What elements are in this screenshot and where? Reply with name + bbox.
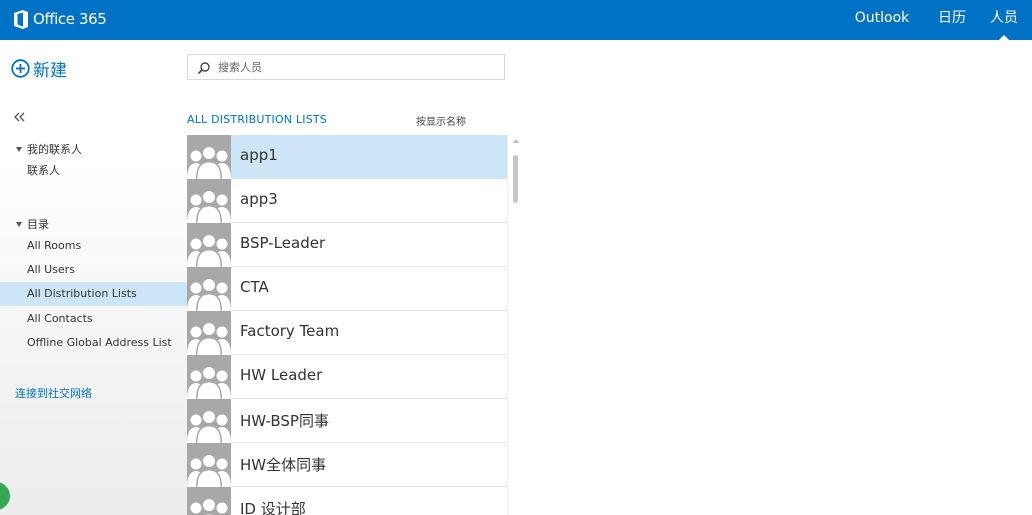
list-scrollbar[interactable]: [507, 135, 523, 515]
sidebar-item-contacts[interactable]: 联系人: [0, 159, 187, 183]
scroll-thumb[interactable]: [513, 155, 518, 203]
list-item[interactable]: Factory Team: [187, 311, 507, 355]
list-item[interactable]: HW全体同事: [187, 443, 507, 487]
left-sidebar: 新建 我的联系人 联系人 目录 All Rooms All Users All …: [0, 40, 187, 515]
office365-logo-link[interactable]: Office 365: [13, 8, 107, 30]
list-item[interactable]: HW Leader: [187, 355, 507, 399]
new-label: 新建: [33, 61, 67, 81]
office-logo-icon: [14, 9, 28, 29]
list-item-name: BSP-Leader: [240, 234, 326, 252]
list-item-name: app3: [240, 190, 278, 208]
top-bar: Office 365 Outlook 日历 人员: [0, 0, 1032, 41]
sidebar-item-all-contacts[interactable]: All Contacts: [0, 307, 187, 331]
sidebar-item-all-distribution-lists[interactable]: All Distribution Lists: [0, 282, 187, 306]
group-avatar-icon: [187, 179, 231, 223]
active-indicator-caret: [998, 35, 1010, 41]
sidebar-item-all-users[interactable]: All Users: [0, 258, 187, 282]
list-item[interactable]: HW-BSP同事: [187, 399, 507, 443]
list-item[interactable]: app3: [187, 179, 507, 223]
list-item[interactable]: BSP-Leader: [187, 223, 507, 267]
list-item-name: HW Leader: [240, 366, 323, 384]
group-avatar-icon: [187, 267, 231, 311]
list-item-name: ID 设计部: [240, 500, 306, 515]
search-icon[interactable]: [197, 61, 211, 75]
group-avatar-icon: [187, 311, 231, 355]
list-item-name: CTA: [240, 278, 269, 296]
scroll-up-arrow-icon[interactable]: [513, 139, 519, 143]
sidebar-item-all-rooms[interactable]: All Rooms: [0, 234, 187, 258]
brand-name: Office 365: [33, 10, 107, 28]
group-avatar-icon: [187, 399, 231, 443]
group-avatar-icon: [187, 135, 231, 179]
group-avatar-icon: [187, 487, 231, 515]
group-avatar-icon: [187, 355, 231, 399]
connect-social-networks-link[interactable]: 连接到社交网络: [15, 385, 92, 401]
expand-triangle-icon: [16, 146, 22, 152]
expand-triangle-icon: [16, 221, 22, 227]
nav-outlook[interactable]: Outlook: [842, 0, 922, 40]
list-title[interactable]: ALL DISTRIBUTION LISTS: [187, 113, 327, 126]
group-avatar-icon: [187, 223, 231, 267]
sidebar-item-offline-global-address-list[interactable]: Offline Global Address List: [0, 331, 187, 355]
group-directory-label: 目录: [27, 218, 49, 231]
double-chevron-left-icon[interactable]: [13, 110, 27, 124]
plus-circle-icon: [11, 59, 30, 78]
search-input[interactable]: [218, 59, 488, 76]
list-item-name: HW全体同事: [240, 456, 327, 474]
group-my-contacts[interactable]: 我的联系人: [16, 141, 82, 157]
search-box: [187, 54, 505, 80]
list-item-name: Factory Team: [240, 322, 340, 340]
new-contact-button[interactable]: 新建: [11, 56, 67, 81]
nav-people[interactable]: 人员: [976, 0, 1032, 41]
nav-calendar[interactable]: 日历: [928, 0, 976, 40]
list-item[interactable]: ID 设计部: [187, 487, 507, 515]
presence-status-icon[interactable]: [0, 480, 12, 512]
top-nav: Outlook 日历 人员: [842, 0, 1032, 41]
sort-by-display-name[interactable]: 按显示名称: [416, 113, 466, 128]
group-avatar-icon: [187, 443, 231, 487]
group-directory[interactable]: 目录: [16, 216, 49, 232]
list-item[interactable]: CTA: [187, 267, 507, 311]
list-item-name: HW-BSP同事: [240, 412, 329, 430]
nav-people-label: 人员: [990, 10, 1018, 26]
list-item[interactable]: app1: [187, 135, 507, 179]
distribution-list: app1 app3 BSP-Leader CTA Factory Team HW…: [187, 135, 507, 515]
group-my-contacts-label: 我的联系人: [27, 143, 82, 156]
list-item-name: app1: [240, 146, 278, 164]
